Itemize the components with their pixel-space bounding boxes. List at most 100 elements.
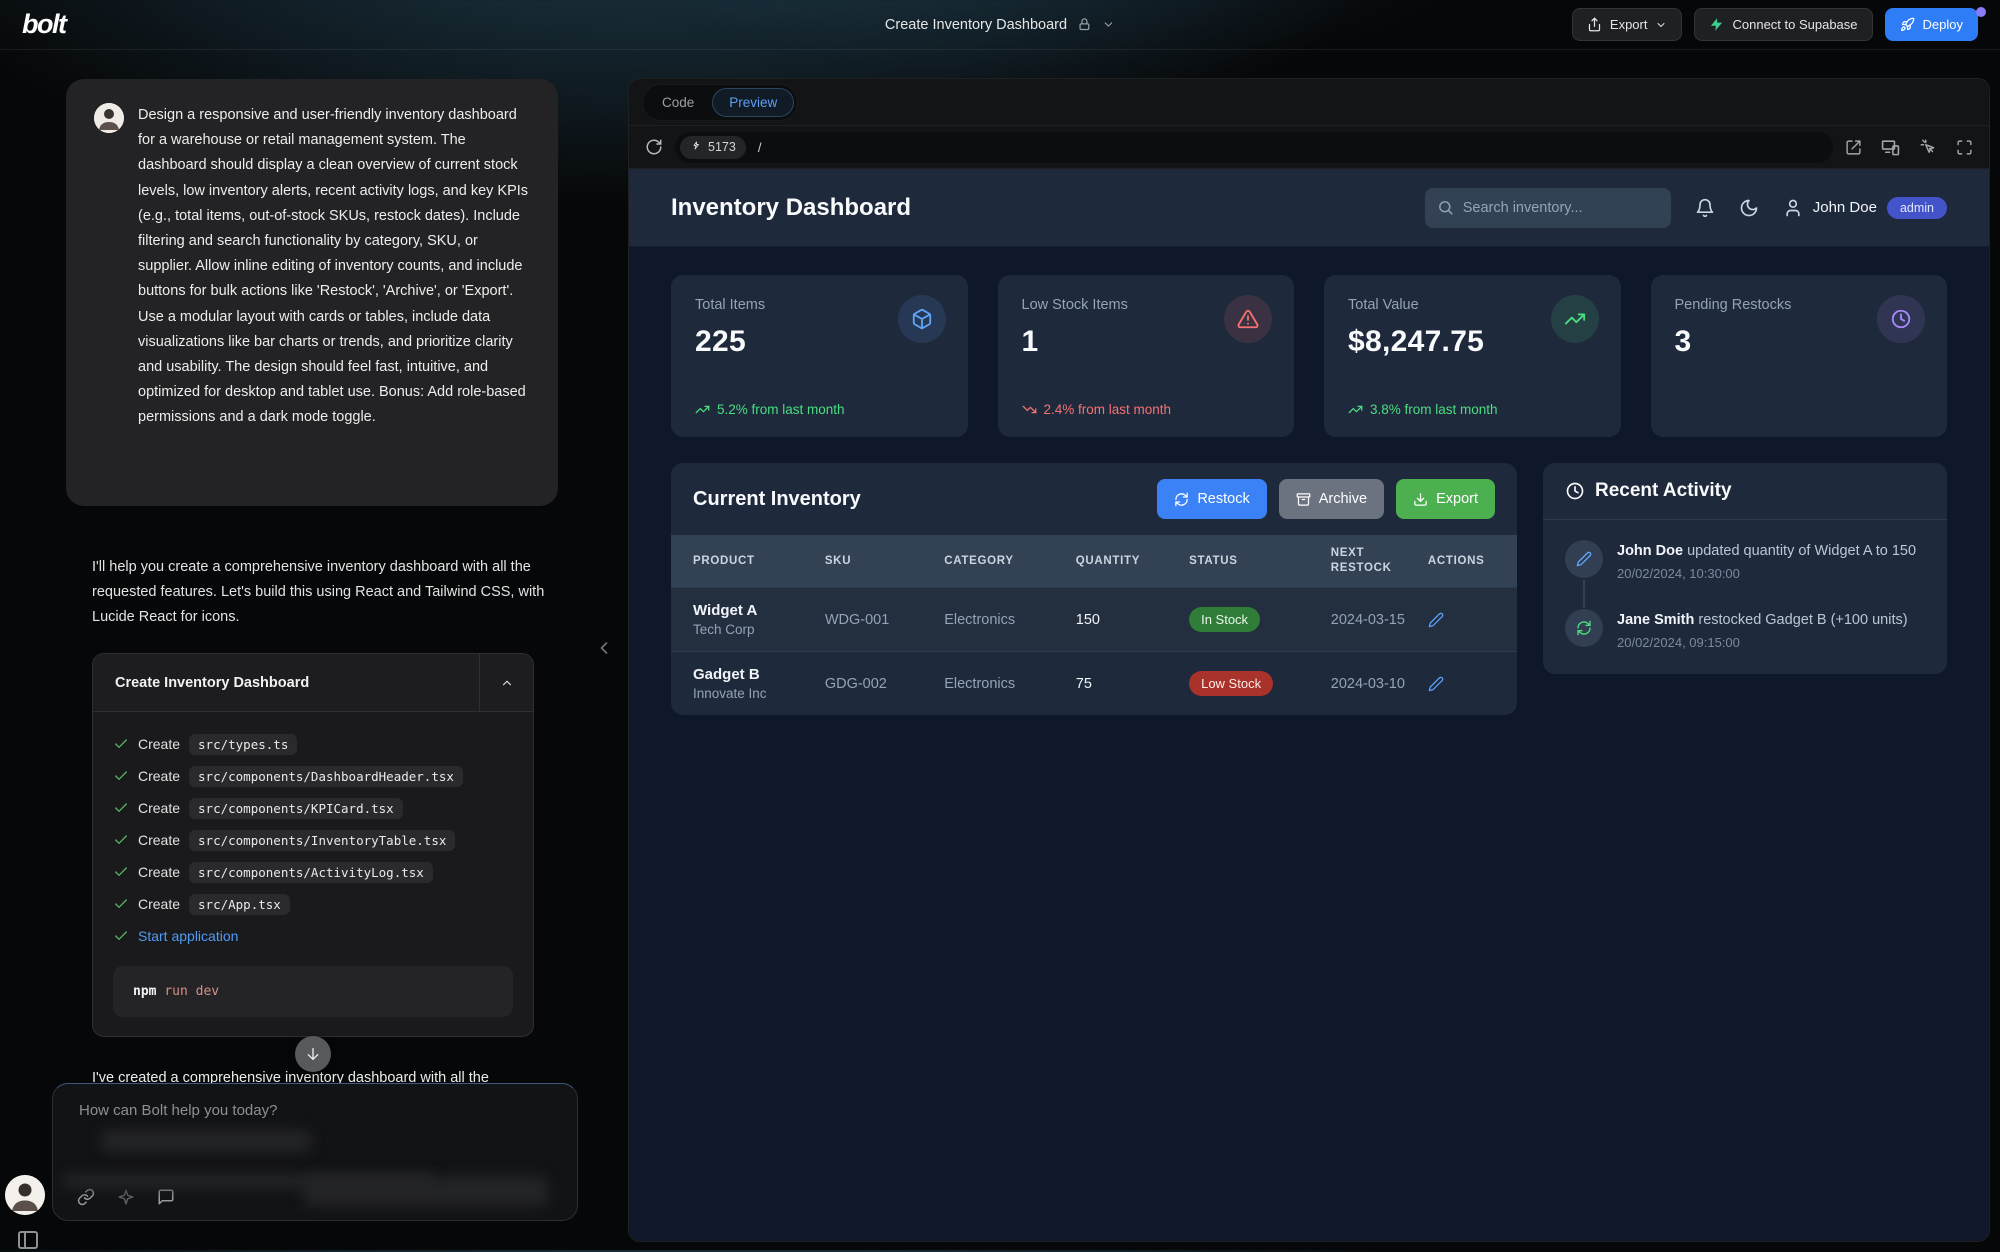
quantity-cell[interactable]: 150 [1076, 588, 1189, 652]
quantity-cell[interactable]: 75 [1076, 652, 1189, 716]
dashboard-header: Inventory Dashboard John Doe admin [629, 169, 1989, 247]
devices-icon[interactable] [1881, 138, 1900, 157]
edit-pencil-icon [1565, 540, 1603, 578]
bell-icon[interactable] [1695, 198, 1715, 218]
table-row[interactable]: Gadget B Innovate Inc GDG-002 Electronic… [671, 652, 1517, 716]
artifact-title: Create Inventory Dashboard [93, 675, 479, 691]
restock-button[interactable]: Restock [1157, 479, 1266, 519]
chat-input-box[interactable] [52, 1083, 578, 1221]
tab-code[interactable]: Code [646, 89, 710, 116]
activity-item: John Doe updated quantity of Widget A to… [1565, 540, 1925, 581]
user-avatar [94, 103, 124, 133]
workbench-panel: Code Preview 5173 / Inventory Dashboard [628, 78, 1990, 1242]
dashboard-main: Current Inventory Restock Archive Exp [629, 437, 1989, 715]
sidebar-toggle-icon[interactable] [16, 1228, 40, 1252]
check-icon [113, 736, 129, 752]
user-message-text: Design a responsive and user-friendly in… [138, 103, 530, 482]
connect-supabase-button[interactable]: Connect to Supabase [1694, 8, 1872, 41]
inventory-title: Current Inventory [693, 488, 1157, 511]
column-header: Category [944, 535, 1076, 588]
file-path-chip[interactable]: src/types.ts [189, 734, 297, 755]
port-pill[interactable]: 5173 [680, 136, 746, 159]
search-icon [1437, 199, 1454, 216]
category-cell: Electronics [944, 652, 1076, 716]
user-message: Design a responsive and user-friendly in… [66, 79, 558, 506]
fullscreen-icon[interactable] [1956, 139, 1973, 156]
scroll-to-bottom-button[interactable] [295, 1036, 331, 1072]
edit-pencil-icon[interactable] [1428, 612, 1517, 628]
artifact-body: Create src/types.ts Create src/component… [93, 712, 533, 1035]
inspect-cursor-icon[interactable] [1919, 138, 1937, 156]
kpi-card-total-items: Total Items 225 5.2% from last month [671, 275, 968, 437]
file-path-chip[interactable]: src/App.tsx [189, 894, 290, 915]
sparkles-icon[interactable] [117, 1188, 135, 1206]
account-avatar[interactable] [5, 1175, 45, 1215]
trending-up-icon [1348, 402, 1363, 417]
table-row[interactable]: Widget A Tech Corp WDG-001 Electronics 1… [671, 588, 1517, 652]
file-action-row: Create src/components/KPICard.tsx [113, 792, 513, 824]
kpi-card-pending-restocks: Pending Restocks 3 [1651, 275, 1948, 437]
file-path-chip[interactable]: src/components/DashboardHeader.tsx [189, 766, 463, 787]
file-path-chip[interactable]: src/components/KPICard.tsx [189, 798, 403, 819]
collapse-chat-handle[interactable] [594, 638, 614, 658]
export-button[interactable]: Export [1572, 8, 1683, 41]
check-icon [113, 896, 129, 912]
start-application-link[interactable]: Start application [138, 928, 238, 944]
edit-pencil-icon[interactable] [1428, 676, 1517, 692]
activity-actor: Jane Smith [1617, 612, 1694, 628]
export-csv-button[interactable]: Export [1396, 479, 1495, 519]
activity-timestamp: 20/02/2024, 10:30:00 [1617, 566, 1916, 581]
column-header: Quantity [1076, 535, 1189, 588]
column-header: SKU [825, 535, 944, 588]
preview-toolbar-icons [1845, 138, 1973, 157]
redacted-text [101, 1130, 311, 1152]
tab-preview[interactable]: Preview [712, 88, 794, 117]
project-title-menu[interactable]: Create Inventory Dashboard [885, 17, 1115, 33]
file-action-row: Create src/App.tsx [113, 888, 513, 920]
deploy-button[interactable]: Deploy [1885, 8, 1978, 41]
file-verb: Create [138, 736, 180, 752]
kpi-trend: 3.8% from last month [1348, 402, 1498, 417]
start-application-row: Start application [113, 920, 513, 952]
search-input[interactable] [1463, 200, 1659, 216]
terminal-command: npm run dev [113, 966, 513, 1017]
view-tabs: Code Preview [629, 79, 1989, 125]
chat-bubble-icon[interactable] [157, 1188, 175, 1206]
link-icon[interactable] [77, 1188, 95, 1206]
user-menu[interactable]: John Doe admin [1783, 197, 1947, 219]
notification-dot [1976, 7, 1986, 17]
recent-activity-card: Recent Activity John Doe updated quantit… [1543, 463, 1947, 674]
kpi-trend: 2.4% from last month [1022, 402, 1172, 417]
trending-up-icon [695, 402, 710, 417]
user-icon [1783, 198, 1803, 218]
activity-timestamp: 20/02/2024, 09:15:00 [1617, 635, 1908, 650]
check-icon [113, 928, 129, 944]
inventory-search[interactable] [1425, 188, 1671, 228]
chevron-down-icon[interactable] [1102, 18, 1115, 31]
alert-triangle-icon [1224, 295, 1272, 343]
activity-actor: John Doe [1617, 543, 1683, 559]
status-badge: In Stock [1189, 607, 1260, 632]
collapse-artifact-button[interactable] [479, 654, 533, 711]
activity-action: updated quantity of Widget A to 150 [1687, 543, 1916, 559]
file-action-row: Create src/components/InventoryTable.tsx [113, 824, 513, 856]
deploy-label: Deploy [1923, 17, 1963, 32]
chat-input[interactable] [79, 1102, 539, 1119]
url-field[interactable]: 5173 / [675, 132, 1833, 163]
chat-input-toolbar [77, 1188, 175, 1206]
archive-button[interactable]: Archive [1279, 479, 1384, 519]
activity-header: Recent Activity [1543, 463, 1947, 520]
reload-icon[interactable] [645, 138, 663, 156]
file-action-row: Create src/types.ts [113, 728, 513, 760]
bulk-actions: Restock Archive Export [1157, 479, 1495, 519]
share-icon [1587, 17, 1602, 32]
dark-mode-toggle-icon[interactable] [1739, 198, 1759, 218]
package-icon [898, 295, 946, 343]
file-path-chip[interactable]: src/components/InventoryTable.tsx [189, 830, 455, 851]
open-external-icon[interactable] [1845, 139, 1862, 156]
preview-iframe: Inventory Dashboard John Doe admin Total… [629, 169, 1989, 1241]
file-action-row: Create src/components/DashboardHeader.ts… [113, 760, 513, 792]
chevron-down-icon [1655, 19, 1667, 31]
assistant-intro-text: I'll help you create a comprehensive inv… [92, 555, 554, 631]
file-path-chip[interactable]: src/components/ActivityLog.tsx [189, 862, 433, 883]
